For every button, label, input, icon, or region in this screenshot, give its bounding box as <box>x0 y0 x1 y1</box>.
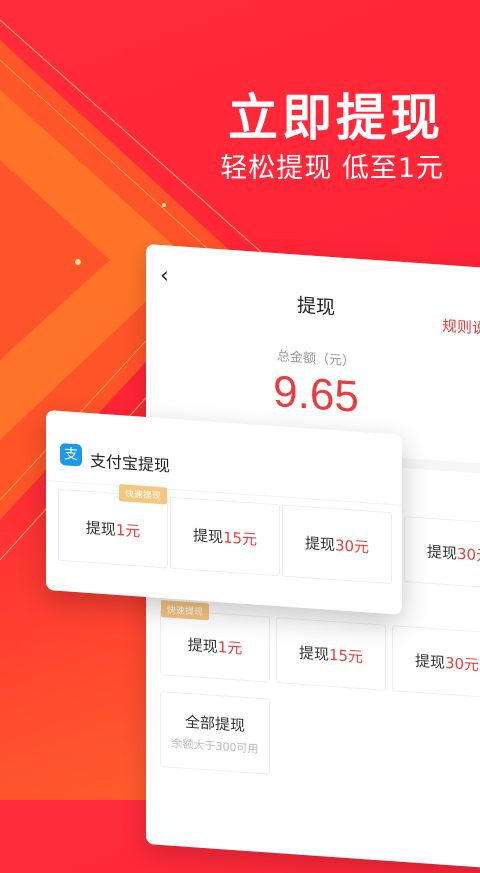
subheadline: 轻松提现 低至1元 <box>220 153 444 184</box>
withdraw-option-30-row1[interactable]: 提现 30元 <box>404 516 480 590</box>
alipay-option-15[interactable]: 提现 15元 <box>170 496 280 577</box>
option-amount: 30元 <box>444 653 480 674</box>
option-prefix: 提现 <box>298 643 329 664</box>
alipay-option-1[interactable]: 快速提现 提现 1元 <box>58 484 168 569</box>
rules-link[interactable]: 规则说 <box>442 315 480 339</box>
option-amount: 1元 <box>115 520 141 541</box>
option-prefix: 提现 <box>414 651 445 672</box>
headline: 立即提现 <box>228 89 444 147</box>
withdraw-option-30[interactable]: 提现 30元 <box>392 625 480 699</box>
option-prefix: 提现 <box>85 518 116 539</box>
option-prefix: 提现 <box>187 635 218 656</box>
option-amount: 15元 <box>328 645 364 666</box>
withdraw-all-label: 全部提现 <box>184 712 245 735</box>
fast-withdraw-badge: 快速提现 <box>119 484 167 505</box>
option-amount: 30元 <box>456 544 480 565</box>
option-prefix: 提现 <box>426 542 457 563</box>
option-amount: 30元 <box>334 535 370 557</box>
withdraw-option-15[interactable]: 提现 15元 <box>276 617 386 691</box>
withdraw-all-hint: 余额大于300可用 <box>171 736 259 756</box>
alipay-title: 支付宝提现 <box>90 451 171 476</box>
withdraw-all-button[interactable]: 全部提现 余额大于300可用 <box>160 690 270 775</box>
option-prefix: 提现 <box>304 533 335 554</box>
fast-withdraw-badge: 快速提现 <box>161 600 210 621</box>
alipay-option-30[interactable]: 提现 30元 <box>282 504 392 585</box>
alipay-icon: 支 <box>60 442 82 467</box>
option-amount: 1元 <box>217 637 243 658</box>
alipay-withdraw-card: 支 支付宝提现 快速提现 提现 1元 提现 15元 提现 30元 <box>46 410 402 615</box>
withdraw-option-1[interactable]: 快速提现 提现 1元 <box>160 600 270 683</box>
option-prefix: 提现 <box>192 525 223 546</box>
option-amount: 15元 <box>222 527 258 549</box>
page-title: 提现 <box>296 294 335 320</box>
